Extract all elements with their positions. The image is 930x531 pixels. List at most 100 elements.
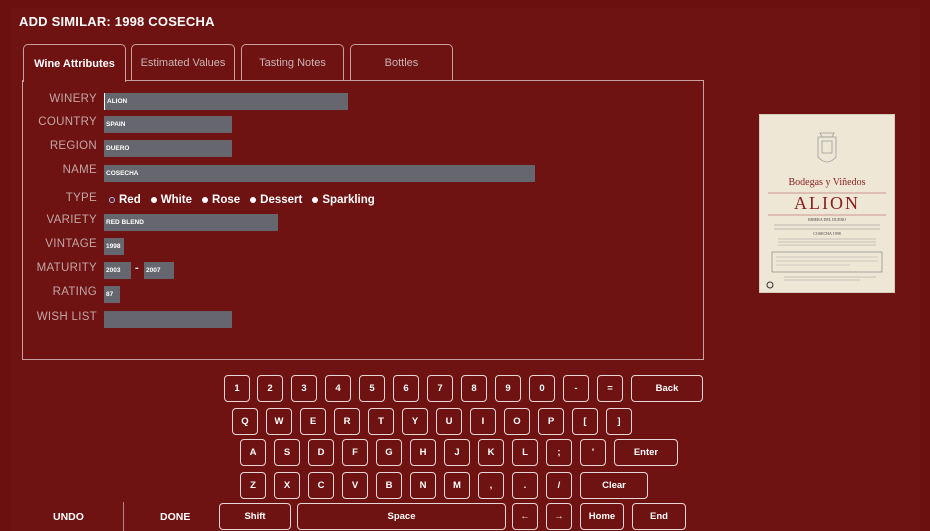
- region-field[interactable]: DUERO: [104, 140, 232, 157]
- key-slash[interactable]: /: [546, 472, 572, 499]
- variety-label: VARIETY: [46, 214, 97, 226]
- key-e[interactable]: E: [300, 408, 326, 435]
- key-clear[interactable]: Clear: [580, 472, 648, 499]
- key-s[interactable]: S: [274, 439, 300, 466]
- key-q[interactable]: Q: [232, 408, 258, 435]
- key-w[interactable]: W: [266, 408, 292, 435]
- key-0[interactable]: 0: [529, 375, 555, 402]
- key-home[interactable]: Home: [580, 503, 624, 530]
- maturity-label: MATURITY: [36, 262, 97, 274]
- key-3[interactable]: 3: [291, 375, 317, 402]
- wine-label-image: Bodegas y Viñedos ALION RIBERA DEL DUERO…: [759, 114, 895, 293]
- maturity-separator: -: [135, 262, 139, 274]
- key-g[interactable]: G: [376, 439, 402, 466]
- country-label: COUNTRY: [38, 116, 97, 128]
- key-arrow-left[interactable]: ←: [512, 503, 538, 530]
- rating-label: RATING: [52, 286, 97, 298]
- vintage-label: VINTAGE: [45, 238, 97, 250]
- key-h[interactable]: H: [410, 439, 436, 466]
- key-a[interactable]: A: [240, 439, 266, 466]
- key-2[interactable]: 2: [257, 375, 283, 402]
- vintage-field[interactable]: 1998: [104, 238, 124, 255]
- key-back[interactable]: Back: [631, 375, 703, 402]
- winery-field[interactable]: ALION: [104, 93, 348, 110]
- key-i[interactable]: I: [470, 408, 496, 435]
- key-d[interactable]: D: [308, 439, 334, 466]
- key-4[interactable]: 4: [325, 375, 351, 402]
- page-title: ADD SIMILAR: 1998 COSECHA: [19, 14, 215, 29]
- key-space[interactable]: Space: [297, 503, 506, 530]
- radio-selected-icon: [109, 197, 115, 203]
- key-j[interactable]: J: [444, 439, 470, 466]
- wine-label-line2: COSECHA 1998: [813, 231, 841, 236]
- wish-list-label: WISH LIST: [36, 311, 97, 323]
- key-comma[interactable]: ,: [478, 472, 504, 499]
- key-quote[interactable]: ': [580, 439, 606, 466]
- key-l[interactable]: L: [512, 439, 538, 466]
- region-label: REGION: [49, 140, 97, 152]
- radio-icon: [312, 197, 319, 203]
- key-u[interactable]: U: [436, 408, 462, 435]
- radio-icon: [150, 197, 157, 203]
- tab-wine-attributes[interactable]: Wine Attributes: [23, 44, 126, 82]
- key-shift[interactable]: Shift: [219, 503, 291, 530]
- maturity-to-field[interactable]: 2007: [144, 262, 174, 279]
- country-field[interactable]: SPAIN: [104, 116, 232, 133]
- tab-estimated-values[interactable]: Estimated Values: [131, 44, 235, 80]
- key-z[interactable]: Z: [240, 472, 266, 499]
- type-option-sparkling[interactable]: Sparkling: [310, 194, 375, 206]
- key-1[interactable]: 1: [224, 375, 250, 402]
- key-p[interactable]: P: [538, 408, 564, 435]
- done-button[interactable]: DONE: [160, 511, 190, 523]
- key-equals[interactable]: =: [597, 375, 623, 402]
- type-option-white[interactable]: White: [149, 194, 192, 206]
- key-b[interactable]: B: [376, 472, 402, 499]
- name-field[interactable]: COSECHA: [104, 165, 535, 182]
- type-option-red[interactable]: Red: [107, 194, 141, 206]
- rating-field[interactable]: 87: [104, 286, 120, 303]
- radio-icon: [250, 197, 257, 203]
- key-y[interactable]: Y: [402, 408, 428, 435]
- type-option-dessert[interactable]: Dessert: [248, 194, 302, 206]
- key-5[interactable]: 5: [359, 375, 385, 402]
- tab-bottles[interactable]: Bottles: [350, 44, 453, 80]
- wine-label-brand: Bodegas y Viñedos: [788, 177, 866, 188]
- key-end[interactable]: End: [632, 503, 686, 530]
- key-t[interactable]: T: [368, 408, 394, 435]
- wish-list-field[interactable]: [104, 311, 232, 328]
- tab-tasting-notes[interactable]: Tasting Notes: [241, 44, 344, 80]
- winery-label: WINERY: [49, 93, 97, 105]
- wine-attributes-panel: WINERY ALION COUNTRY SPAIN REGION DUERO …: [22, 80, 704, 360]
- key-semicolon[interactable]: ;: [546, 439, 572, 466]
- key-enter[interactable]: Enter: [614, 439, 678, 466]
- key-k[interactable]: K: [478, 439, 504, 466]
- key-7[interactable]: 7: [427, 375, 453, 402]
- key-r[interactable]: R: [334, 408, 360, 435]
- key-period[interactable]: .: [512, 472, 538, 499]
- wine-label-line1: RIBERA DEL DUERO: [808, 217, 846, 222]
- key-9[interactable]: 9: [495, 375, 521, 402]
- footer-divider: [123, 502, 124, 531]
- key-right-bracket[interactable]: ]: [606, 408, 632, 435]
- key-x[interactable]: X: [274, 472, 300, 499]
- key-left-bracket[interactable]: [: [572, 408, 598, 435]
- key-8[interactable]: 8: [461, 375, 487, 402]
- key-6[interactable]: 6: [393, 375, 419, 402]
- undo-button[interactable]: UNDO: [53, 511, 84, 523]
- key-o[interactable]: O: [504, 408, 530, 435]
- type-option-rose[interactable]: Rose: [200, 194, 240, 206]
- maturity-from-field[interactable]: 2003: [104, 262, 131, 279]
- wine-label-name: ALION: [794, 193, 860, 213]
- type-label: TYPE: [65, 192, 97, 204]
- key-v[interactable]: V: [342, 472, 368, 499]
- key-f[interactable]: F: [342, 439, 368, 466]
- name-label: NAME: [62, 164, 97, 176]
- variety-field[interactable]: RED BLEND: [104, 214, 278, 231]
- key-m[interactable]: M: [444, 472, 470, 499]
- key-minus[interactable]: -: [563, 375, 589, 402]
- radio-icon: [202, 197, 209, 203]
- key-arrow-right[interactable]: →: [546, 503, 572, 530]
- key-n[interactable]: N: [410, 472, 436, 499]
- type-radio-group: Red White Rose Dessert Sparkling: [107, 192, 383, 208]
- key-c[interactable]: C: [308, 472, 334, 499]
